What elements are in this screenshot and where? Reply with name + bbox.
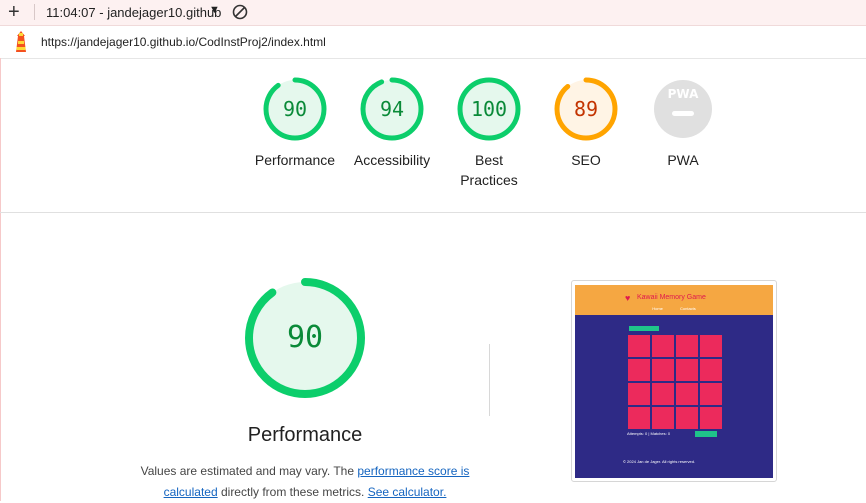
- heart-icon: ♥: [625, 293, 631, 303]
- report-tab-title[interactable]: 11:04:07 - jandejager10.github: [46, 5, 221, 20]
- screenshot-reset-button: [695, 431, 717, 437]
- screenshot-card-tile: [700, 407, 722, 429]
- screenshot-nav-home: Home: [652, 306, 663, 311]
- toolbar-separator: [34, 4, 35, 20]
- performance-big-score: 90: [286, 320, 324, 355]
- screenshot-card-tile: [628, 335, 650, 357]
- gauge-ring: PWA: [650, 76, 716, 142]
- gauge-pwa[interactable]: PWA PWA: [633, 76, 733, 170]
- block-icon[interactable]: [232, 4, 248, 20]
- gauge-ring: 94: [359, 76, 425, 142]
- screenshot-copyright: © 2024 Jan de Jager. All rights reserved…: [623, 459, 696, 464]
- screenshot-game-title: Kawaii Memory Game: [637, 294, 706, 301]
- gauge-score: 90: [282, 97, 308, 121]
- lighthouse-icon: [16, 31, 26, 52]
- pwa-dash-icon: [672, 111, 694, 116]
- performance-big-gauge: 90: [230, 272, 380, 412]
- gauge-ring: 89: [553, 76, 619, 142]
- gauge-score: 94: [379, 97, 405, 121]
- screenshot-card-tile: [652, 359, 674, 381]
- section-divider: [0, 212, 866, 213]
- final-screenshot-thumbnail[interactable]: ♥ Kawaii Memory Game Home Contacts Attem…: [571, 280, 777, 482]
- plus-icon[interactable]: +: [8, 2, 20, 22]
- screenshot-card-tile: [700, 383, 722, 405]
- screenshot-card-tile: [700, 359, 722, 381]
- screenshot-stats: Attempts: 0 | Matches: 0: [627, 431, 671, 436]
- screenshot-nav: Home Contacts: [575, 306, 773, 311]
- gauge-accessibility[interactable]: 94 Accessibility: [342, 76, 442, 170]
- screenshot-card-tile: [628, 407, 650, 429]
- url-bar: https://jandejager10.github.io/CodInstPr…: [0, 26, 866, 59]
- vertical-divider: [489, 344, 490, 416]
- screenshot-card-grid: [628, 335, 724, 431]
- gauge-label: SEO: [571, 152, 601, 168]
- screenshot-nav-contacts: Contacts: [680, 306, 696, 311]
- gauge-best-practices[interactable]: 100 Best Practices: [439, 76, 539, 190]
- caret-down-icon[interactable]: ▼: [209, 4, 220, 16]
- gauge-score: 100: [470, 97, 508, 121]
- screenshot-card-tile: [652, 407, 674, 429]
- screenshot-card-tile: [628, 383, 650, 405]
- screenshot-card-tile: [676, 407, 698, 429]
- gauge-label: Performance: [254, 152, 336, 168]
- gauge-label: Best Practices: [460, 152, 518, 188]
- page-url[interactable]: https://jandejager10.github.io/CodInstPr…: [41, 35, 326, 49]
- screenshot-page: ♥ Kawaii Memory Game Home Contacts Attem…: [575, 285, 773, 478]
- screenshot-card-tile: [628, 359, 650, 381]
- screenshot-card-tile: [652, 383, 674, 405]
- desc-middle: directly from these metrics.: [217, 485, 368, 499]
- screenshot-card-tile: [676, 359, 698, 381]
- gauge-score: 89: [573, 97, 599, 121]
- score-gauges: 90 Performance 94 Accessibility 100 Best Pract…: [0, 58, 866, 212]
- see-calculator-link[interactable]: See calculator.: [368, 485, 447, 499]
- performance-description: Values are estimated and may vary. The p…: [128, 461, 482, 503]
- screenshot-card-tile: [676, 335, 698, 357]
- pwa-icon: PWA: [667, 87, 699, 101]
- gauge-ring: 90: [262, 76, 328, 142]
- screenshot-card-tile: [652, 335, 674, 357]
- gauge-performance[interactable]: 90 Performance: [245, 76, 345, 170]
- gauge-ring: 100: [456, 76, 522, 142]
- screenshot-card-tile: [700, 335, 722, 357]
- gauge-score: [650, 76, 716, 142]
- browser-topbar: + 11:04:07 - jandejager10.github ▼: [0, 0, 866, 26]
- desc-prefix: Values are estimated and may vary. The: [140, 464, 358, 478]
- gauge-seo[interactable]: 89 SEO: [536, 76, 636, 170]
- performance-title: Performance: [247, 424, 363, 446]
- screenshot-start-button: [629, 326, 659, 331]
- gauge-label: PWA: [667, 152, 699, 168]
- screenshot-card-tile: [676, 383, 698, 405]
- gauge-label: Accessibility: [353, 152, 431, 168]
